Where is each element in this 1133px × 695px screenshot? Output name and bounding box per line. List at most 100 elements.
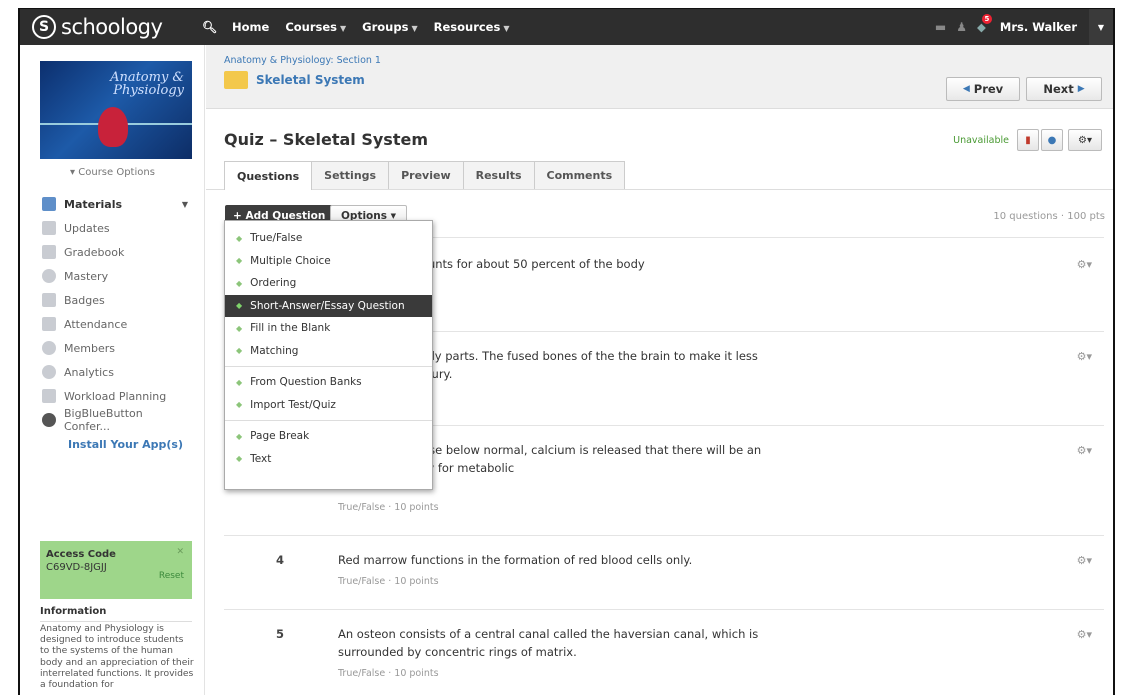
tab-comments[interactable]: Comments [533,161,626,189]
sidebar-item-materials[interactable]: Materials ▼ [42,192,192,216]
notification-badge: 5 [981,14,992,24]
question-meta: True/False · 10 points [338,668,439,679]
gradebook-icon [42,245,56,259]
menu-item-page-break[interactable]: ◆ Page Break [225,425,432,448]
sidebar-item-label: Gradebook [64,245,125,259]
nav-courses[interactable]: Courses ▼ [285,20,346,34]
tab-results[interactable]: Results [462,161,535,189]
user-area: ▬ ♟ ◆ 5 Mrs. Walker ▼ [935,9,1113,45]
tab-settings[interactable]: Settings [311,161,390,189]
requests-icon[interactable]: ♟ [956,20,967,34]
next-button[interactable]: Next ▶ [1026,77,1102,101]
menu-item-label: From Question Banks [250,376,362,389]
chevron-down-icon[interactable]: ▼ [182,200,188,209]
gear-icon[interactable]: ⚙▾ [1077,628,1092,641]
menu-item-label: Short-Answer/Essay Question [250,299,405,312]
menu-item-text[interactable]: ◆ Text [225,448,432,471]
tab-questions[interactable]: Questions [224,161,313,190]
install-apps-link[interactable]: Install Your App(s) [68,438,192,451]
sidebar-item-members[interactable]: Members [42,336,192,360]
tab-preview[interactable]: Preview [388,161,464,189]
user-menu-chevron-icon[interactable]: ▼ [1089,9,1113,45]
arrow-left-icon: ◀ [962,84,970,94]
settings-gear-button[interactable]: ⚙▾ [1068,129,1102,151]
menu-item-label: Matching [250,344,299,357]
reset-access-code-link[interactable]: Reset [159,571,184,581]
schoology-logo[interactable]: S schoology [32,15,202,39]
workload-planning-icon [42,389,56,403]
logo-text: schoology [61,15,163,39]
statistics-button[interactable]: ▮ [1017,129,1039,151]
sidebar-item-gradebook[interactable]: Gradebook [42,240,192,264]
nav-resources[interactable]: Resources ▼ [434,20,510,34]
nav-groups[interactable]: Groups ▼ [362,20,417,34]
user-name[interactable]: Mrs. Walker [1000,20,1077,34]
search-icon[interactable]: 🔍︎ [202,20,222,34]
diamond-icon: ◆ [236,278,243,288]
menu-item-short-answer-essay[interactable]: ◆ Short-Answer/Essay Question [225,294,432,317]
question-row[interactable]: 5 An osteon consists of a central canal … [224,609,1104,695]
menu-item-import-test-quiz[interactable]: ◆ Import Test/Quiz [225,394,432,417]
sidebar-item-mastery[interactable]: Mastery [42,264,192,288]
diamond-icon: ◆ [236,256,243,266]
menu-item-ordering[interactable]: ◆ Ordering [225,272,432,295]
quiz-tabs: Questions Settings Preview Results Comme… [224,161,626,190]
sidebar-item-bigbluebutton[interactable]: BigBlueButton Confer... [42,407,192,433]
messages-icon[interactable]: ▬ [935,20,946,34]
breadcrumb-course-link[interactable]: Anatomy & Physiology: Section 1 [224,55,381,66]
diamond-icon: ◆ [236,431,243,441]
sidebar-item-attendance[interactable]: Attendance [42,312,192,336]
course-image[interactable]: Anatomy & Physiology [40,61,192,159]
information-text: Anatomy and Physiology is designed to in… [40,623,194,691]
diamond-icon: ◆ [236,346,243,356]
sidebar-item-label: BigBlueButton Confer... [63,407,143,433]
bigbluebutton-icon [42,413,56,427]
sidebar-item-label: Badges [64,293,105,307]
menu-item-multiple-choice[interactable]: ◆ Multiple Choice [225,250,432,273]
menu-item-label: Multiple Choice [250,254,331,267]
question-text: An osteon consists of a central canal ca… [338,627,759,659]
menu-item-label: Import Test/Quiz [250,398,336,411]
question-row[interactable]: 4 Red marrow functions in the formation … [224,535,1104,609]
chevron-down-icon: ▼ [340,24,347,33]
info-icon: ● [1047,134,1057,146]
course-options-link[interactable]: ▾ Course Options [20,167,205,178]
access-code-label: Access Code [46,549,116,560]
menu-item-label: Page Break [250,430,310,443]
analytics-icon [42,365,56,379]
menu-item-matching[interactable]: ◆ Matching [225,340,432,363]
info-button[interactable]: ● [1041,129,1063,151]
sidebar-item-workload-planning[interactable]: Workload Planning [42,384,192,408]
mastery-icon [42,269,56,283]
gear-icon[interactable]: ⚙▾ [1077,444,1092,457]
notifications-icon[interactable]: ◆ 5 [977,14,992,34]
information-heading: Information [40,606,192,622]
gear-icon[interactable]: ⚙▾ [1077,258,1092,271]
course-menu: Materials ▼ Updates Gradebook Mastery Bad… [42,192,192,451]
nav-courses-label: Courses [285,20,338,34]
gear-icon[interactable]: ⚙▾ [1077,554,1092,567]
sidebar-item-badges[interactable]: Badges [42,288,192,312]
sidebar-item-updates[interactable]: Updates [42,216,192,240]
breadcrumb-folder-link[interactable]: Skeletal System [256,73,365,87]
availability-status[interactable]: Unavailable [953,135,1009,146]
prev-label: Prev [973,82,1004,96]
nav-resources-label: Resources [433,20,501,34]
sidebar-item-analytics[interactable]: Analytics [42,360,192,384]
arrow-right-icon: ▶ [1077,84,1085,94]
diamond-icon: ◆ [236,454,243,464]
close-icon[interactable]: ✕ [176,547,184,557]
menu-divider [225,366,432,367]
menu-item-label: True/False [250,232,303,245]
bar-chart-icon: ▮ [1025,134,1031,146]
nav-home[interactable]: Home [232,20,269,34]
question-number: 5 [276,627,285,641]
menu-item-true-false[interactable]: ◆ True/False [225,227,432,250]
menu-item-fill-in-the-blank[interactable]: ◆ Fill in the Blank [225,317,432,340]
menu-item-from-question-banks[interactable]: ◆ From Question Banks [225,371,432,394]
gear-icon[interactable]: ⚙▾ [1077,350,1092,363]
badges-icon [42,293,56,307]
menu-item-label: Ordering [250,277,297,290]
menu-item-label: Text [250,452,272,465]
prev-button[interactable]: ◀ Prev [946,77,1020,101]
